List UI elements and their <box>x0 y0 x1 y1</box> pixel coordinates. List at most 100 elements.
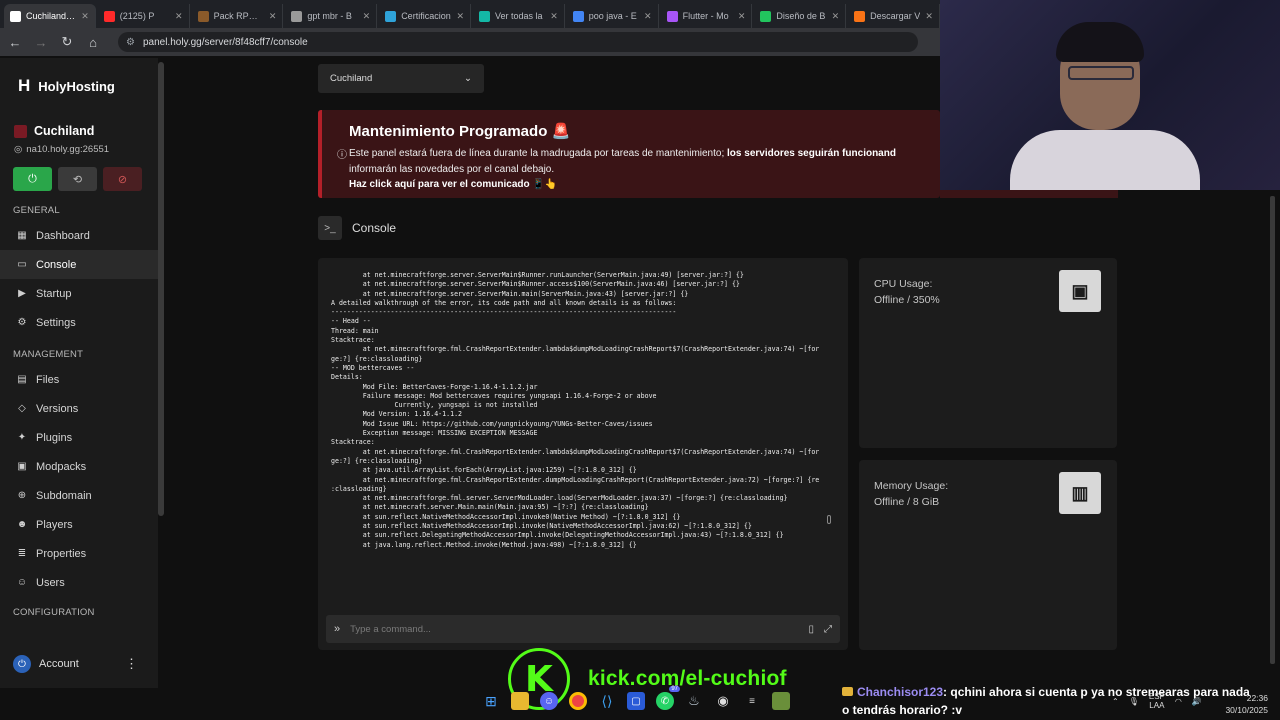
stop-button[interactable]: ⊘ <box>103 167 142 191</box>
console-line: ge:?] {re:classloading} <box>331 354 423 363</box>
browser-tab[interactable]: Ver todas la ✕ <box>473 4 565 28</box>
microphone-icon[interactable]: 🎙 <box>1129 697 1139 706</box>
close-tab-icon[interactable]: ✕ <box>456 11 464 22</box>
clipboard-icon[interactable]: ▯ <box>808 624 814 635</box>
wifi-icon[interactable]: ◠ <box>1175 697 1182 706</box>
sidebar-item-label: Players <box>36 518 73 531</box>
whatsapp-icon[interactable]: ✆ 97 <box>656 686 680 710</box>
sidebar-item-versions[interactable]: ◇ Versions <box>0 394 158 423</box>
console-line: -- MOD bettercaves -- <box>331 363 415 372</box>
close-tab-icon[interactable]: ✕ <box>644 11 652 22</box>
sidebar-section-title: CONFIGURATION <box>13 607 95 618</box>
server-selector[interactable]: Cuchiland ⌄ <box>318 64 484 93</box>
console-line: Stacktrace: <box>331 336 375 345</box>
console-title: Console <box>352 221 397 235</box>
sidebar-item-subdomain[interactable]: ⊕ Subdomain <box>0 481 158 510</box>
sidebar-scrollbar[interactable] <box>158 62 164 516</box>
sidebar-item-players[interactable]: ☻ Players <box>0 510 158 539</box>
app-icon[interactable]: ▢ <box>627 692 645 710</box>
tray-expand-icon[interactable]: ⌃ <box>1112 697 1119 706</box>
steam-icon[interactable]: ♨ <box>685 692 703 710</box>
server-card: Cuchiland ◎ na10.holy.gg:26551 <box>0 96 158 155</box>
kick-url: kick.com/el-cuchiof <box>588 667 787 690</box>
account-menu[interactable]: ⏻ Account ⋮ <box>13 655 138 673</box>
file-explorer-icon[interactable] <box>511 692 529 710</box>
console-line: Mod Issue URL: https://github.com/yungni… <box>331 419 653 428</box>
clock[interactable]: 22:36 30/10/2025 <box>1222 692 1268 716</box>
close-tab-icon[interactable]: ✕ <box>925 11 933 22</box>
fullscreen-icon[interactable]: ⤢ <box>824 624 832 635</box>
console-output[interactable]: at net.minecraftforge.server.ServerMain$… <box>331 271 827 616</box>
copy-address-icon[interactable]: ◎ <box>14 144 22 155</box>
url-field[interactable]: ⚙ panel.holy.gg/server/8f48cff7/console <box>118 32 918 52</box>
browser-tab[interactable]: Descargar V ✕ <box>848 4 940 28</box>
close-tab-icon[interactable]: ✕ <box>738 11 746 22</box>
forward-icon[interactable]: → <box>32 33 50 51</box>
sidebar-item-plugins[interactable]: ✦ Plugins <box>0 423 158 452</box>
sidebar-item-properties[interactable]: ≣ Properties <box>0 539 158 568</box>
banner-title: Mantenimiento Programado 🚨 <box>349 122 940 140</box>
close-tab-icon[interactable]: ✕ <box>81 11 89 22</box>
console-header: >_ Console <box>318 216 396 240</box>
brand[interactable]: H HolyHosting <box>0 58 158 96</box>
sidebar-item-modpacks[interactable]: ▣ Modpacks <box>0 452 158 481</box>
chrome-icon[interactable] <box>569 692 587 710</box>
volume-icon[interactable]: 🔊 <box>1192 697 1202 706</box>
language-indicator[interactable]: ESP LAA <box>1149 692 1165 710</box>
browser-tab[interactable]: Pack RPG 1. ✕ <box>192 4 284 28</box>
chat-user: Chanchisor123 <box>857 685 944 699</box>
memory-value: Offline / 8 GiB <box>874 496 940 508</box>
sidebar-item-users[interactable]: ☺ Users <box>0 568 158 597</box>
cpu-usage-card: CPU Usage: Offline / 350% ▣ <box>859 258 1117 448</box>
restart-button[interactable]: ⟲ <box>58 167 97 191</box>
home-icon[interactable]: ⌂ <box>84 33 102 51</box>
console-line: at net.minecraftforge.server.ServerMain$… <box>331 280 740 289</box>
banner-body-rest: informarán las novedades por el canal de… <box>349 164 555 175</box>
close-tab-icon[interactable]: ✕ <box>269 11 277 22</box>
console-line: at net.minecraftforge.fml.server.ServerM… <box>331 494 788 503</box>
back-icon[interactable]: ← <box>6 33 24 51</box>
tab-favicon-icon <box>760 10 772 22</box>
obs-icon[interactable]: ◉ <box>714 692 732 710</box>
app-stack-icon[interactable]: ≡ <box>743 692 761 710</box>
browser-tab[interactable]: Diseño de B ✕ <box>754 4 847 28</box>
sidebar-item-console[interactable]: ▭ Console <box>0 250 158 279</box>
startup-icon: ▶ <box>18 288 26 299</box>
command-input[interactable]: » Type a command... ▯ ⤢ <box>326 615 840 643</box>
browser-tab[interactable]: Cuchiland | C ✕ <box>4 4 96 28</box>
sidebar-item-files[interactable]: ▤ Files <box>0 365 158 394</box>
console-panel: at net.minecraftforge.server.ServerMain$… <box>318 258 848 650</box>
close-tab-icon[interactable]: ✕ <box>363 11 371 22</box>
cpu-icon: ▣ <box>1059 270 1101 312</box>
browser-tab[interactable]: gpt mbr - B ✕ <box>285 4 378 28</box>
close-tab-icon[interactable]: ✕ <box>550 11 558 22</box>
browser-tab[interactable]: poo java - E ✕ <box>567 4 659 28</box>
reload-icon[interactable]: ↻ <box>58 33 76 51</box>
start-button[interactable]: ⏻ <box>13 167 52 191</box>
browser-tab[interactable]: Flutter - Mo ✕ <box>661 4 753 28</box>
tab-title: Pack RPG 1. <box>213 11 264 21</box>
terminal-icon: >_ <box>318 216 342 240</box>
browser-tab[interactable]: (2125) P ✕ <box>98 4 190 28</box>
sidebar-item-dashboard[interactable]: ▦ Dashboard <box>0 221 158 250</box>
clock-time: 22:36 <box>1246 693 1268 703</box>
close-tab-icon[interactable]: ✕ <box>832 11 840 22</box>
tab-favicon-icon <box>10 10 21 22</box>
tab-favicon-icon <box>197 10 209 22</box>
sidebar-item-startup[interactable]: ▶ Startup <box>0 279 158 308</box>
announcement-link[interactable]: Haz click aquí para ver el comunicado 📱👆 <box>349 179 940 190</box>
site-info-icon[interactable]: ⚙ <box>126 37 135 48</box>
browser-tab[interactable]: Certificacion ✕ <box>379 4 471 28</box>
close-tab-icon[interactable]: ✕ <box>175 11 183 22</box>
more-options-icon[interactable]: ⋮ <box>125 656 138 672</box>
server-address[interactable]: na10.holy.gg:26551 <box>26 144 109 155</box>
page-scrollbar[interactable] <box>1270 196 1275 664</box>
discord-icon[interactable]: ☺ <box>540 692 558 710</box>
windows-start-icon[interactable]: ⊞ <box>482 692 500 710</box>
minecraft-icon[interactable] <box>772 692 790 710</box>
system-tray: ⌃ 🎙 ESP LAA ◠ 🔊 <box>1112 692 1202 710</box>
console-scrollbar[interactable] <box>827 515 831 524</box>
vscode-icon[interactable]: ⟨⟩ <box>598 692 616 710</box>
console-line: at net.minecraftforge.fml.CrashReportExt… <box>331 475 820 484</box>
sidebar-item-settings[interactable]: ⚙ Settings <box>0 308 158 337</box>
